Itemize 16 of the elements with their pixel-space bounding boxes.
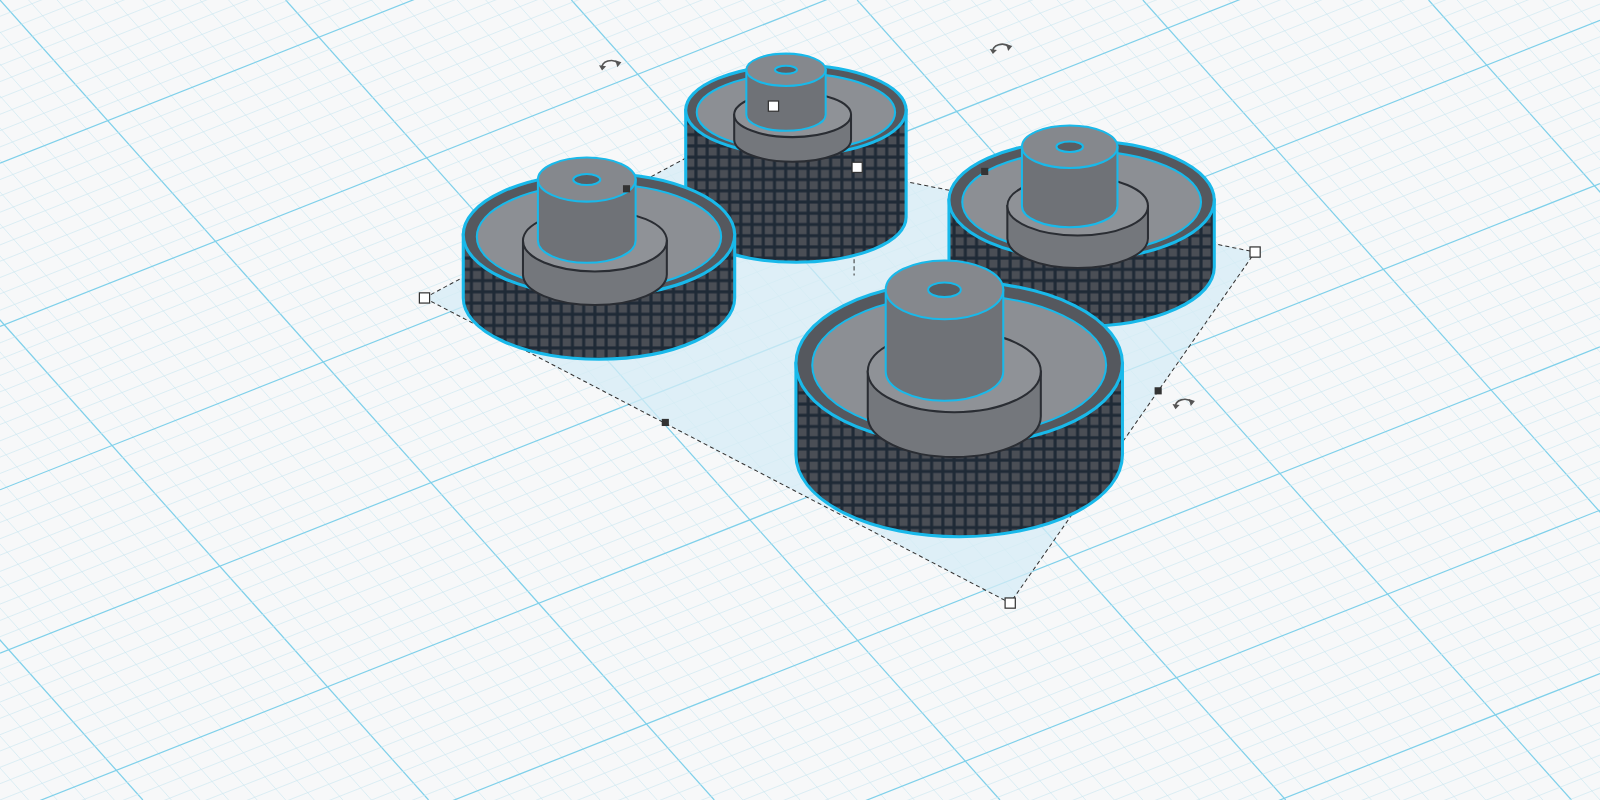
corner-handle[interactable]: [851, 161, 863, 174]
edge-handle[interactable]: [622, 185, 631, 193]
corner-handle[interactable]: [1004, 597, 1016, 609]
rotate-arrow-icon[interactable]: [989, 43, 1013, 55]
edge-handle[interactable]: [1154, 387, 1162, 395]
wheel-model[interactable]: [461, 156, 737, 361]
corner-handle[interactable]: [418, 292, 431, 304]
corner-handle[interactable]: [767, 100, 780, 112]
wheel-model[interactable]: [684, 52, 908, 264]
corner-handle[interactable]: [1249, 246, 1261, 258]
wheel-model[interactable]: [794, 259, 1124, 539]
edge-handle[interactable]: [981, 167, 989, 175]
rotate-arrow-icon[interactable]: [1172, 398, 1195, 410]
workplane-canvas[interactable]: [0, 0, 1600, 800]
rotate-arrow-icon[interactable]: [599, 59, 622, 71]
edge-handle[interactable]: [661, 418, 669, 426]
